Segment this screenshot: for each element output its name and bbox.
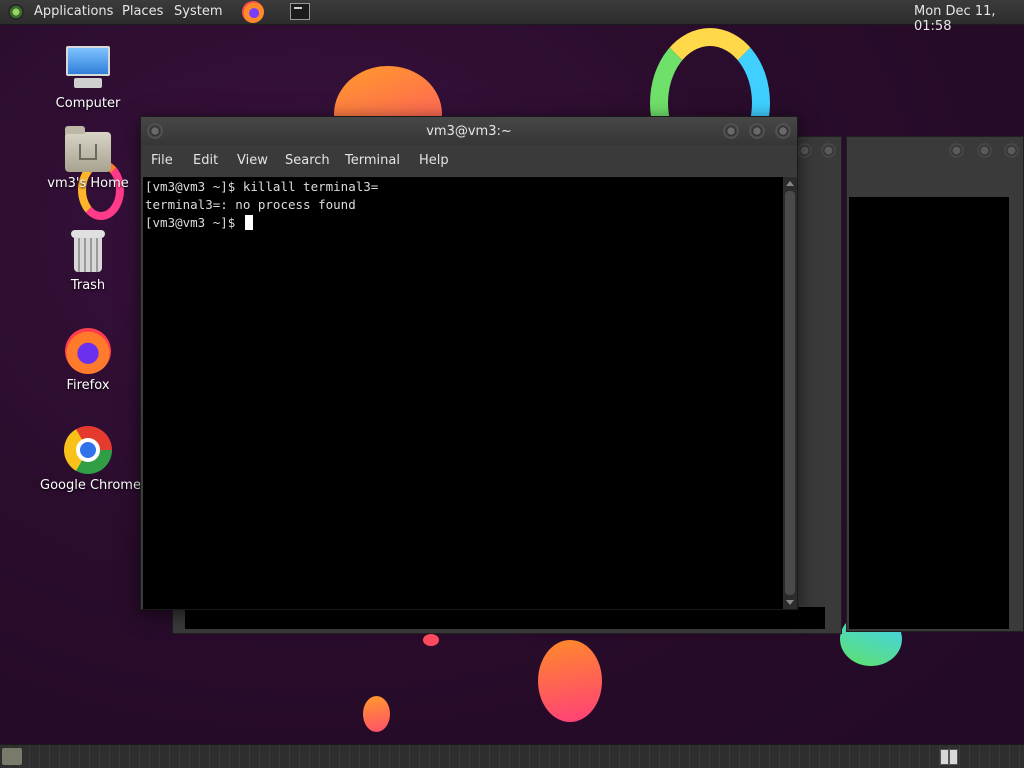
desktop-icon-firefox[interactable]: Firefox xyxy=(40,328,136,393)
desktop-icon-home[interactable]: vm3's Home xyxy=(40,126,136,191)
computer-icon xyxy=(64,44,112,92)
desktop: Applications Places System Mon Dec 11, 0… xyxy=(0,0,1024,768)
terminal-window[interactable]: vm3@vm3:~ File Edit View Search Terminal… xyxy=(140,116,798,610)
minimize-button[interactable] xyxy=(723,123,739,139)
maximize-button[interactable] xyxy=(797,143,812,158)
wallpaper-shape xyxy=(363,696,390,732)
firefox-launcher-icon[interactable] xyxy=(242,1,264,23)
firefox-icon xyxy=(65,328,111,374)
desktop-icon-label: Computer xyxy=(55,96,121,111)
applications-menu-icon[interactable] xyxy=(8,4,24,20)
desktop-icon-label: Trash xyxy=(70,278,106,293)
desktop-icon-google-chrome[interactable]: Google Chrome xyxy=(40,426,141,493)
menu-help[interactable]: Help xyxy=(419,153,449,168)
scroll-down-arrow-icon[interactable] xyxy=(786,600,794,605)
menu-places[interactable]: Places xyxy=(122,4,163,19)
window-titlebar[interactable]: vm3@vm3:~ xyxy=(141,117,797,145)
terminal-prompt-line: [vm3@vm3 ~]$ xyxy=(145,214,781,232)
background-terminal-window[interactable] xyxy=(846,136,1024,632)
menubar: File Edit View Search Terminal Help xyxy=(141,145,797,175)
terminal-line: terminal3=: no process found xyxy=(145,197,356,212)
terminal-prompt: [vm3@vm3 ~]$ xyxy=(145,215,243,230)
desktop-icon-trash[interactable]: Trash xyxy=(40,230,136,293)
terminal-launcher-icon[interactable] xyxy=(290,3,310,20)
show-desktop-icon[interactable] xyxy=(2,748,22,765)
menu-system[interactable]: System xyxy=(174,4,222,19)
minimize-button[interactable] xyxy=(949,143,964,158)
menu-search[interactable]: Search xyxy=(285,153,330,168)
menu-view[interactable]: View xyxy=(237,153,268,168)
terminal-line: [vm3@vm3 ~]$ killall terminal3= xyxy=(145,179,379,194)
scrollbar[interactable] xyxy=(783,177,797,609)
desktop-icon-computer[interactable]: Computer xyxy=(40,44,136,111)
close-button[interactable] xyxy=(821,143,836,158)
top-panel: Applications Places System Mon Dec 11, 0… xyxy=(0,0,1024,34)
text-cursor xyxy=(244,215,253,230)
window-title: vm3@vm3:~ xyxy=(426,124,512,139)
desktop-icon-label: Google Chrome xyxy=(40,478,141,493)
desktop-icon-label: vm3's Home xyxy=(47,176,129,191)
maximize-button[interactable] xyxy=(977,143,992,158)
menu-applications[interactable]: Applications xyxy=(34,4,113,19)
bottom-panel xyxy=(0,744,1024,768)
close-button[interactable] xyxy=(1004,143,1019,158)
terminal-area[interactable]: [vm3@vm3 ~]$ killall terminal3= terminal… xyxy=(143,177,783,609)
wallpaper-shape xyxy=(423,634,439,646)
chrome-icon xyxy=(64,426,112,474)
clock[interactable]: Mon Dec 11, 01:58 xyxy=(914,4,1024,34)
terminal-area[interactable] xyxy=(185,607,825,629)
workspace-switcher-icon[interactable] xyxy=(940,749,958,765)
menu-file[interactable]: File xyxy=(151,153,173,168)
maximize-button[interactable] xyxy=(749,123,765,139)
scroll-up-arrow-icon[interactable] xyxy=(786,181,794,186)
menu-edit[interactable]: Edit xyxy=(193,153,218,168)
terminal-area[interactable] xyxy=(849,197,1009,629)
desktop-icon-label: Firefox xyxy=(66,378,110,393)
home-folder-icon xyxy=(65,126,111,172)
scrollbar-thumb[interactable] xyxy=(785,191,795,595)
menu-terminal[interactable]: Terminal xyxy=(345,153,400,168)
wallpaper-shape xyxy=(538,640,602,722)
trash-icon xyxy=(71,230,105,274)
close-button[interactable] xyxy=(775,123,791,139)
